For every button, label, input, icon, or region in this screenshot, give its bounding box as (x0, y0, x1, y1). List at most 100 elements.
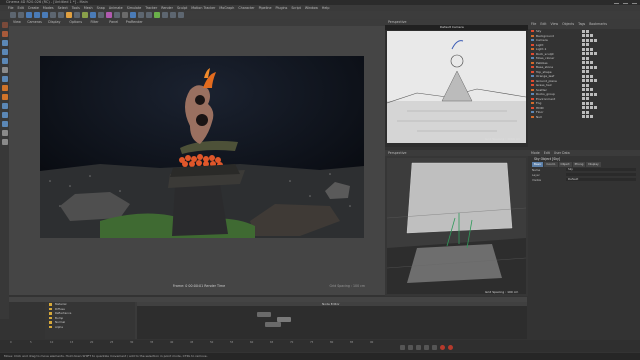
object-name[interactable]: Light.1 (536, 47, 546, 51)
object-name[interactable]: Light (536, 43, 544, 47)
node-list-item[interactable]: Alpha (45, 325, 135, 330)
menu-item[interactable]: Snap (97, 6, 105, 10)
viewport-menu-item[interactable]: Filter (91, 20, 99, 24)
material-tag-icon[interactable] (590, 92, 593, 96)
menu-item[interactable]: Mesh (84, 6, 93, 10)
toolbar-tool-icon[interactable] (34, 12, 40, 18)
menu-item[interactable]: Tools (72, 6, 80, 10)
material-tag-icon[interactable] (582, 61, 585, 65)
menu-item[interactable]: Animate (109, 6, 123, 10)
toolbar-tool-icon[interactable] (154, 12, 160, 18)
toolbar-tool-icon[interactable] (138, 12, 144, 18)
viewport-menu-item[interactable]: Cameras (27, 20, 42, 24)
menu-item[interactable]: Modes (43, 6, 54, 10)
material-tag-icon[interactable] (586, 70, 589, 74)
attribute-subtab[interactable]: Display (586, 162, 601, 167)
material-tag-icon[interactable] (586, 92, 589, 96)
material-tag-icon[interactable] (586, 38, 589, 42)
material-tag-icon[interactable] (590, 47, 593, 51)
material-tag-icon[interactable] (586, 115, 589, 119)
viewport-menu-item[interactable]: Options (69, 20, 82, 24)
toolbar-tool-icon[interactable] (50, 12, 56, 18)
menu-item[interactable]: File (8, 6, 14, 10)
material-tag-icon[interactable] (586, 43, 589, 47)
material-tag-icon[interactable] (582, 47, 585, 51)
material-tag-icon[interactable] (590, 65, 593, 69)
object-name[interactable]: Ground_plane (536, 79, 557, 83)
material-tag-icon[interactable] (582, 70, 585, 74)
attribute-subtab[interactable]: Coord. (544, 162, 558, 167)
object-menu-item[interactable]: Bookmarks (589, 22, 607, 26)
object-name[interactable]: Camera (536, 38, 548, 42)
attribute-menu-item[interactable]: User Data (554, 151, 570, 155)
object-name[interactable]: Floor (536, 110, 543, 114)
object-name[interactable]: Sky (536, 29, 541, 33)
object-name[interactable]: Null (536, 115, 542, 119)
left-tool-icon[interactable] (1, 130, 8, 136)
object-name[interactable]: Moss_cloner (536, 56, 554, 60)
toolbar-tool-icon[interactable] (66, 12, 72, 18)
object-name[interactable]: HDRI (536, 106, 544, 110)
menu-item[interactable]: Sculpt (177, 6, 187, 10)
material-tag-icon[interactable] (582, 106, 585, 110)
material-tag-icon[interactable] (582, 101, 585, 105)
material-tag-icon[interactable] (590, 101, 593, 105)
material-tag-icon[interactable] (586, 110, 589, 114)
toolbar-tool-icon[interactable] (122, 12, 128, 18)
object-row[interactable]: Null (528, 115, 640, 120)
menu-item[interactable]: Render (161, 6, 173, 10)
attribute-value-field[interactable]: Default (566, 177, 636, 182)
menu-item[interactable]: Window (305, 6, 318, 10)
object-name[interactable]: Grass_hair (536, 83, 552, 87)
material-tag-icon[interactable] (594, 38, 597, 42)
attribute-menu-item[interactable]: Mode (531, 151, 540, 155)
material-tag-icon[interactable] (586, 47, 589, 51)
left-tool-icon[interactable] (1, 40, 8, 46)
material-tag-icon[interactable] (590, 74, 593, 78)
toolbar-tool-icon[interactable] (98, 12, 104, 18)
material-tag-icon[interactable] (586, 106, 589, 110)
material-tag-icon[interactable] (594, 92, 597, 96)
material-tag-icon[interactable] (582, 97, 585, 101)
object-menu-item[interactable]: Objects (562, 22, 574, 26)
material-tag-icon[interactable] (582, 83, 585, 87)
toolbar-tool-icon[interactable] (170, 12, 176, 18)
material-tag-icon[interactable] (582, 74, 585, 78)
material-tag-icon[interactable] (586, 52, 589, 56)
go-to-end-icon[interactable] (432, 345, 437, 350)
left-tool-icon[interactable] (1, 112, 8, 118)
left-tool-icon[interactable] (1, 67, 8, 73)
material-tag-icon[interactable] (582, 34, 585, 38)
material-tag-icon[interactable] (590, 38, 593, 42)
object-name[interactable]: Fog (536, 101, 541, 105)
material-tag-icon[interactable] (594, 106, 597, 110)
record-icon[interactable] (440, 345, 445, 350)
attribute-value-field[interactable] (566, 172, 636, 177)
timeline[interactable]: 0 5 10 15 20 25 30 35 40 45 50 55 60 65 70 75 80 85 90 (0, 340, 640, 352)
material-tag-icon[interactable] (594, 65, 597, 69)
toolbar-tool-icon[interactable] (114, 12, 120, 18)
object-menu-item[interactable]: File (531, 22, 536, 26)
menu-item[interactable]: Tracker (145, 6, 157, 10)
material-tag-icon[interactable] (586, 65, 589, 69)
main-viewport[interactable]: View Cameras Display Options Filter Panel ProR… (9, 19, 385, 295)
toolbar-tool-icon[interactable] (74, 12, 80, 18)
node-canvas[interactable]: Node Editor (137, 302, 527, 339)
toolbar-tool-icon[interactable] (162, 12, 168, 18)
object-name[interactable]: Rocks_group (536, 92, 555, 96)
material-tag-icon[interactable] (582, 92, 585, 96)
left-tool-icon[interactable] (1, 31, 8, 37)
left-tool-icon[interactable] (1, 76, 8, 82)
menu-item[interactable]: Plugins (276, 6, 288, 10)
material-tag-icon[interactable] (586, 56, 589, 60)
render-view[interactable] (40, 56, 364, 238)
viewport-menu-item[interactable]: Panel (109, 20, 118, 24)
toolbar-tool-icon[interactable] (18, 12, 24, 18)
material-tag-icon[interactable] (586, 88, 589, 92)
toolbar-tool-icon[interactable] (178, 12, 184, 18)
toolbar-tool-icon[interactable] (130, 12, 136, 18)
material-tag-icon[interactable] (590, 61, 593, 65)
play-icon[interactable] (416, 345, 421, 350)
menu-item[interactable]: MoGraph (219, 6, 234, 10)
object-name[interactable]: Background (536, 34, 554, 38)
